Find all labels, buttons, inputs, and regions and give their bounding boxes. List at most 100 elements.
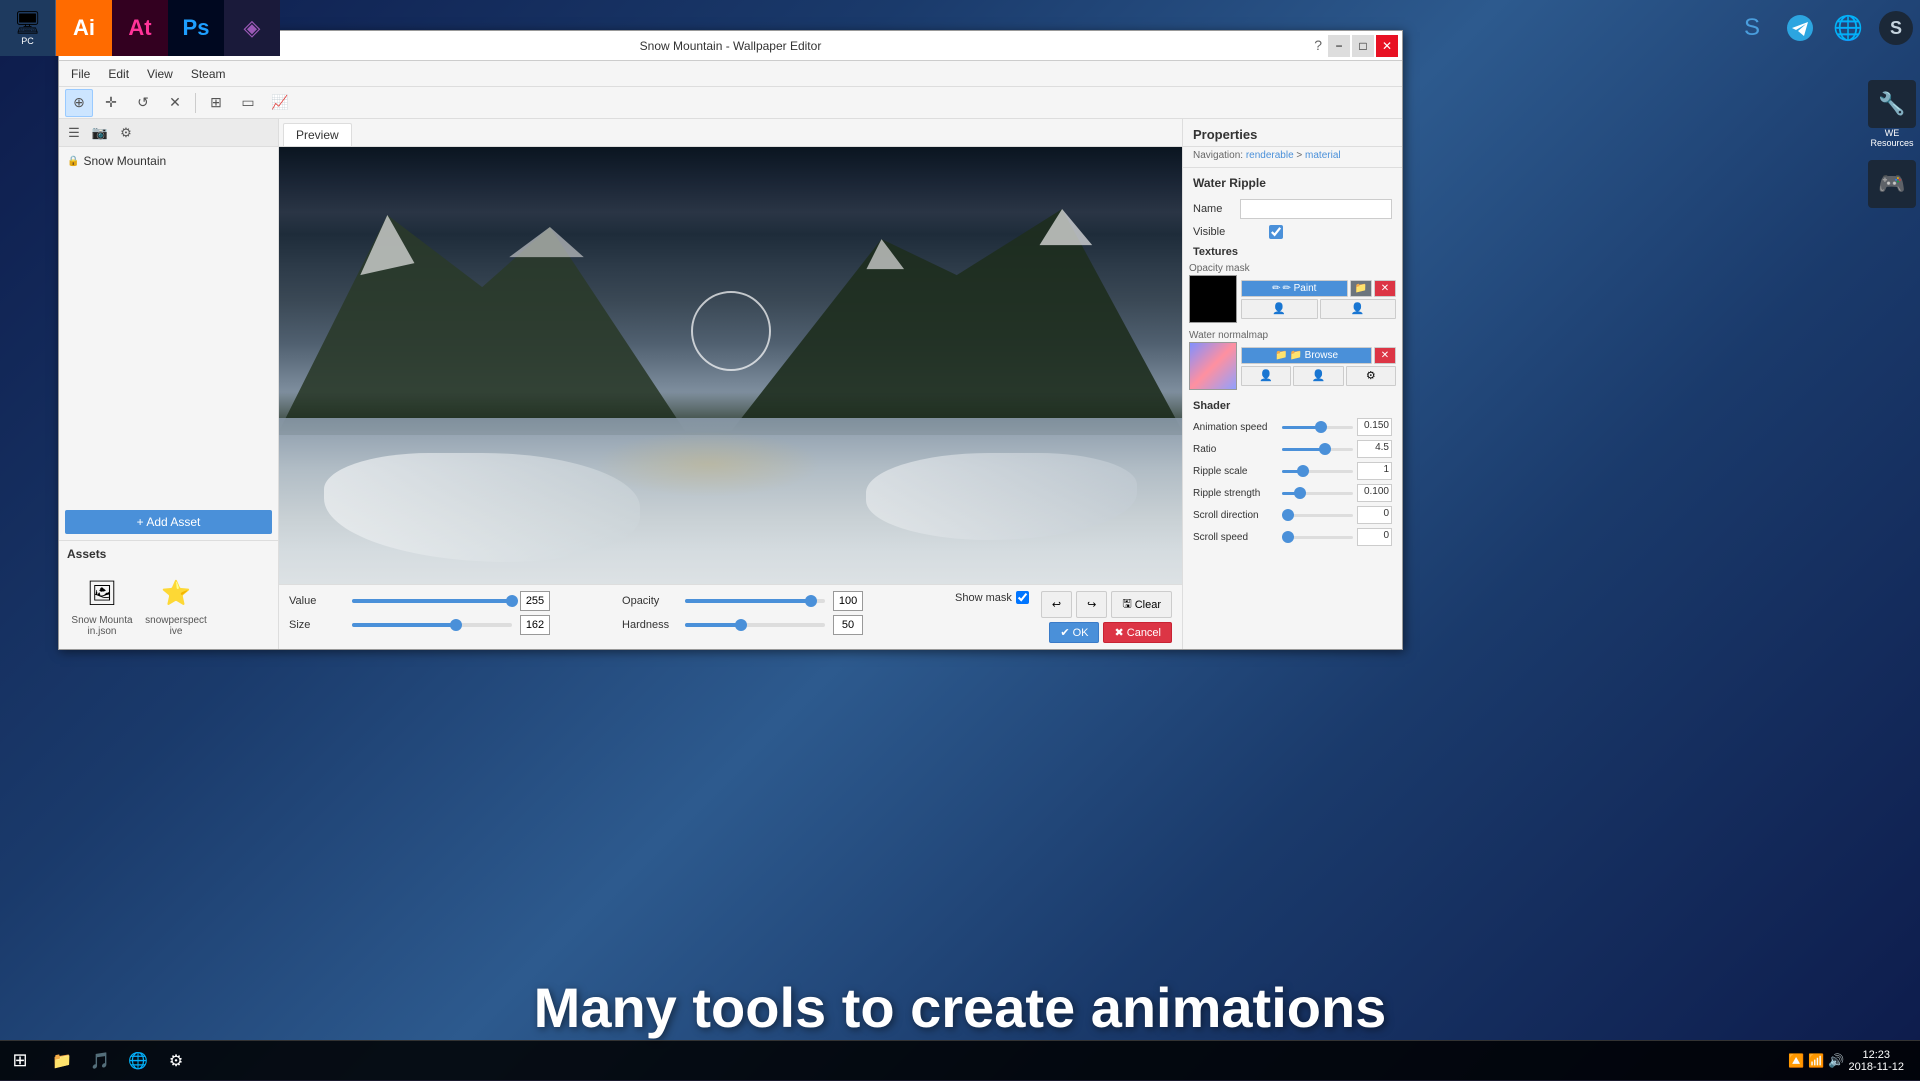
menu-edit[interactable]: Edit [100, 65, 137, 83]
normalmap-settings-btn[interactable]: ⚙ [1346, 366, 1396, 386]
shader-ripple-strength-thumb[interactable] [1294, 487, 1306, 499]
taskbar-file-explorer[interactable]: 📁 [44, 1043, 80, 1079]
toolbar-grid-btn[interactable]: ⊞ [202, 89, 230, 117]
asset-icon-1: ⭐ [156, 573, 196, 613]
shader-ripple-scale-thumb[interactable] [1297, 465, 1309, 477]
preview-canvas[interactable] [279, 147, 1182, 584]
visible-checkbox[interactable] [1269, 225, 1283, 239]
asset-item-1[interactable]: ⭐ snowperspective [141, 569, 211, 641]
shader-section: Shader Animation speed 0.150 Ratio 4 [1183, 396, 1402, 554]
help-button[interactable]: ? [1314, 37, 1322, 53]
name-input[interactable] [1240, 199, 1392, 219]
opacity-slider[interactable] [685, 599, 825, 603]
close-button[interactable]: ✕ [1376, 35, 1398, 57]
value-thumb[interactable] [506, 595, 518, 607]
normalmap-delete-button[interactable]: ✕ [1374, 347, 1396, 364]
taskbar-start[interactable]: ⊞ [0, 1041, 40, 1081]
opacity-mask-controls: ✏ ✏ Paint 📁 ✕ 👤 👤 [1241, 280, 1396, 319]
telegram-icon[interactable] [1776, 4, 1824, 52]
vs-app-icon[interactable]: ◈ [224, 0, 280, 56]
tree-item-snow-mountain[interactable]: 🔒 Snow Mountain [63, 151, 274, 171]
visible-label: Visible [1193, 226, 1263, 238]
tray-volume[interactable]: 🔊 [1828, 1053, 1844, 1069]
opacity-file-button[interactable]: 📁 [1350, 280, 1372, 297]
shader-scroll-speed-slider[interactable] [1282, 536, 1353, 539]
shader-anim-speed-thumb[interactable] [1315, 421, 1327, 433]
sidebar-camera-btn[interactable]: 📷 [89, 122, 111, 144]
opacity-thumb[interactable] [805, 595, 817, 607]
taskbar-browser[interactable]: 🌐 [120, 1043, 156, 1079]
shader-ripple-strength-slider[interactable] [1282, 492, 1353, 495]
shader-scroll-dir-slider[interactable] [1282, 514, 1353, 517]
ok-button[interactable]: ✔ OK [1049, 622, 1099, 643]
taskbar-clock[interactable]: 12:23 2018-11-12 [1849, 1049, 1904, 1073]
redo-button[interactable]: ↪ [1076, 591, 1107, 618]
paint-button[interactable]: ✏ ✏ Paint [1241, 280, 1348, 297]
normalmap-person2-btn[interactable]: 👤 [1293, 366, 1343, 386]
at-app-icon[interactable]: At [112, 0, 168, 56]
shader-ratio-slider[interactable] [1282, 448, 1353, 451]
menu-steam[interactable]: Steam [183, 65, 234, 83]
value-track [352, 599, 512, 603]
browse-button[interactable]: 📁 📁 Browse [1241, 347, 1372, 364]
ai-app-icon[interactable]: Ai [56, 0, 112, 56]
we-resources-icon[interactable]: 🔧 WE Resources [1864, 80, 1920, 148]
toolbar-refresh-btn[interactable]: ↺ [129, 89, 157, 117]
ps-label: Ps [183, 15, 210, 41]
opacity-person-btn[interactable]: 👤 [1241, 299, 1318, 319]
normalmap-person-btn[interactable]: 👤 [1241, 366, 1291, 386]
tray-network[interactable]: 🔼 [1788, 1053, 1804, 1069]
value-slider[interactable] [352, 599, 512, 603]
nav-material[interactable]: material [1305, 150, 1341, 161]
size-slider[interactable] [352, 623, 512, 627]
steam-sidebar-icon[interactable]: 🎮 [1864, 160, 1920, 208]
skype-icon[interactable]: S [1728, 4, 1776, 52]
menu-view[interactable]: View [139, 65, 181, 83]
clear-button[interactable]: 🖫 Clear [1111, 591, 1172, 618]
pc-icon[interactable]: 🖥 PC [0, 0, 56, 56]
toolbar-chart-btn[interactable]: 📈 [266, 89, 294, 117]
nav-renderable[interactable]: renderable [1246, 150, 1294, 161]
maximize-button[interactable]: □ [1352, 35, 1374, 57]
steam-tray-icon[interactable]: S [1872, 4, 1920, 52]
shader-scroll-dir-thumb[interactable] [1282, 509, 1294, 521]
shader-ratio-thumb[interactable] [1319, 443, 1331, 455]
toolbar-close-btn[interactable]: ✕ [161, 89, 189, 117]
hardness-thumb[interactable] [735, 619, 747, 631]
hardness-slider[interactable] [685, 623, 825, 627]
assets-section: Assets 🖼 Snow Mountain.json ⭐ snowperspe… [59, 540, 278, 649]
taskbar-settings[interactable]: ⚙ [158, 1043, 194, 1079]
clear-label: Clear [1135, 599, 1161, 611]
toolbar-add-btn[interactable]: ✛ [97, 89, 125, 117]
opacity-person2-btn[interactable]: 👤 [1320, 299, 1397, 319]
minimize-button[interactable]: − [1328, 35, 1350, 57]
tray-wifi[interactable]: 📶 [1808, 1053, 1824, 1069]
water-normalmap-controls: 📁 📁 Browse ✕ 👤 👤 ⚙ [1241, 347, 1396, 386]
size-thumb[interactable] [450, 619, 462, 631]
menu-file[interactable]: File [63, 65, 98, 83]
cancel-button[interactable]: ✖ Cancel [1103, 622, 1172, 643]
asset-item-0[interactable]: 🖼 Snow Mountain.json [67, 569, 137, 641]
shader-ripple-scale-slider[interactable] [1282, 470, 1353, 473]
top-app-icons: 🖥 PC Ai At Ps ◈ [0, 0, 280, 56]
clear-icon: 🖫 [1122, 595, 1131, 614]
chrome-icon[interactable]: 🌐 [1824, 4, 1872, 52]
sidebar-settings-btn[interactable]: ⚙ [115, 122, 137, 144]
show-mask-checkbox[interactable] [1016, 591, 1029, 604]
add-asset-label: + Add Asset [137, 515, 201, 529]
undo-button[interactable]: ↩ [1041, 591, 1072, 618]
sidebar-list-btn[interactable]: ☰ [63, 122, 85, 144]
ps-app-icon[interactable]: Ps [168, 0, 224, 56]
shader-scroll-speed-thumb[interactable] [1282, 531, 1294, 543]
toolbar-panel-btn[interactable]: ▭ [234, 89, 262, 117]
shader-anim-speed-slider[interactable] [1282, 426, 1353, 429]
toolbar-move-btn[interactable]: ⊕ [65, 89, 93, 117]
preview-tab[interactable]: Preview [283, 123, 352, 146]
opacity-delete-button[interactable]: ✕ [1374, 280, 1396, 297]
browse-icon: 📁 [1275, 350, 1287, 361]
taskbar-music[interactable]: 🎵 [82, 1043, 118, 1079]
add-asset-button[interactable]: + Add Asset [65, 510, 272, 534]
textures-title: Textures [1189, 242, 1396, 262]
size-row: Size 162 [289, 615, 610, 635]
tree-item-label: Snow Mountain [83, 154, 166, 168]
